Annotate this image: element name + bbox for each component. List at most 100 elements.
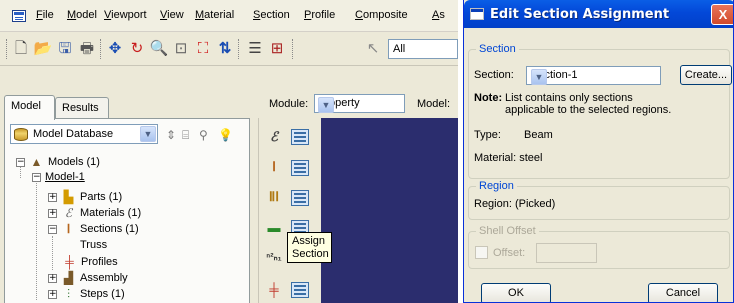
assign-section-icon[interactable]: ⁿ²ₙ₁ bbox=[262, 246, 286, 268]
collapse-icon[interactable]: − bbox=[32, 172, 41, 182]
tree-item-model-1[interactable]: − Model-1 bbox=[32, 169, 85, 185]
collapse-icon[interactable]: − bbox=[48, 224, 57, 234]
menu-material[interactable]: Material bbox=[195, 9, 234, 21]
cycle-views-icon[interactable]: ⇅ bbox=[216, 40, 234, 58]
expand-icon[interactable]: + bbox=[48, 289, 57, 299]
print-icon[interactable]: 🖶 bbox=[78, 40, 96, 58]
model-database-label: Model Database bbox=[33, 128, 114, 140]
create-section-button[interactable]: Create... bbox=[680, 65, 732, 85]
close-button[interactable]: X bbox=[711, 4, 733, 25]
zoom-icon[interactable]: 🔍 bbox=[150, 40, 169, 58]
rotate-icon[interactable]: ↻ bbox=[128, 40, 146, 58]
tree-connector bbox=[36, 180, 37, 300]
offset-label: Offset: bbox=[493, 247, 526, 259]
tree-item-label: Model-1 bbox=[45, 171, 85, 183]
tree-item-models[interactable]: − ▲ Models (1) bbox=[16, 154, 100, 170]
plot-icon[interactable]: ⊞ bbox=[268, 40, 286, 58]
assign-orientation-icon[interactable]: ▬ bbox=[262, 216, 286, 238]
menu-composite[interactable]: Composite bbox=[355, 9, 408, 21]
tree-item-label: Profiles bbox=[81, 256, 118, 268]
expand-icon[interactable]: + bbox=[48, 208, 57, 218]
sections-icon: Ⅰ bbox=[66, 222, 71, 236]
lightbulb-icon[interactable]: 💡 bbox=[218, 128, 233, 142]
create-material-icon[interactable]: ℰ bbox=[262, 126, 286, 148]
dialog-titlebar[interactable]: Edit Section Assignment X bbox=[464, 0, 733, 28]
tree-connector bbox=[52, 236, 53, 270]
tree-item-truss[interactable]: Truss bbox=[80, 237, 107, 253]
toolbar-separator bbox=[6, 39, 8, 59]
chevron-down-icon[interactable]: ▼ bbox=[318, 97, 334, 113]
chevron-down-icon[interactable]: ▼ bbox=[531, 69, 547, 85]
new-file-icon[interactable]: 🗋 bbox=[12, 40, 30, 58]
toolbar: 🗋 📂 🖫 🖶 ✥ ↻ 🔍 ⊡ ⛶ ⇅ ☰ ⊞ ↖ All bbox=[0, 32, 458, 66]
menu-profile[interactable]: Profile bbox=[304, 9, 335, 21]
menu-bar: File Model Viewport View Material Sectio… bbox=[0, 0, 458, 32]
tree-item-assembly[interactable]: + ▟ Assembly bbox=[48, 270, 128, 286]
abaqus-cae-window: File Model Viewport View Material Sectio… bbox=[0, 0, 458, 303]
type-value: Beam bbox=[524, 129, 553, 141]
sort-arrows-icon[interactable]: ⇕ bbox=[166, 128, 176, 142]
ok-button[interactable]: OK bbox=[481, 283, 551, 302]
dialog-title: Edit Section Assignment bbox=[490, 7, 670, 22]
section-manager-icon[interactable] bbox=[291, 160, 309, 176]
tree-tabs: Model Results bbox=[0, 95, 250, 120]
create-profile-icon[interactable]: ⅡⅠ bbox=[262, 186, 286, 208]
skin-manager-icon[interactable] bbox=[291, 282, 309, 298]
menu-file[interactable]: File bbox=[36, 9, 54, 21]
offset-checkbox[interactable] bbox=[475, 246, 488, 259]
section-group-title: Section bbox=[476, 43, 519, 55]
parts-icon: ▙ bbox=[63, 190, 74, 204]
section-select[interactable]: Section-1 ▼ bbox=[526, 66, 661, 85]
models-icon: ▲ bbox=[30, 155, 43, 169]
menu-model[interactable]: Model bbox=[67, 9, 97, 21]
tree-item-sections[interactable]: − Ⅰ Sections (1) bbox=[48, 221, 139, 237]
special-tools-icon[interactable]: ╪ bbox=[262, 278, 286, 300]
menu-viewport[interactable]: Viewport bbox=[104, 9, 147, 21]
tree-item-steps[interactable]: + ⫶ Steps (1) bbox=[48, 286, 125, 302]
chevron-down-icon[interactable]: ▼ bbox=[140, 126, 156, 142]
note-text-line1: List contains only sections bbox=[505, 92, 633, 104]
menu-assembly[interactable]: As bbox=[432, 9, 445, 21]
pan-icon[interactable]: ✥ bbox=[106, 40, 124, 58]
material-text: Material: steel bbox=[474, 152, 543, 164]
window-icon bbox=[470, 8, 484, 20]
cancel-button[interactable]: Cancel bbox=[648, 283, 718, 302]
expand-icon[interactable]: + bbox=[48, 192, 57, 202]
model-database-combo[interactable]: Model Database ▼ bbox=[10, 124, 158, 144]
tree-item-label: Models (1) bbox=[48, 156, 100, 168]
menu-section[interactable]: Section bbox=[253, 9, 290, 21]
viewport-canvas[interactable] bbox=[321, 118, 458, 303]
tab-results[interactable]: Results bbox=[55, 97, 109, 119]
toolbar-separator bbox=[292, 39, 294, 59]
offset-field[interactable] bbox=[536, 243, 597, 263]
region-group-title: Region bbox=[476, 180, 517, 192]
toolbar-separator bbox=[100, 39, 102, 59]
save-icon[interactable]: 🖫 bbox=[56, 40, 74, 58]
collapse-icon[interactable]: − bbox=[16, 157, 25, 167]
module-combo[interactable]: Property ▼ bbox=[314, 94, 405, 113]
menu-view[interactable]: View bbox=[160, 9, 184, 21]
auto-fit-icon[interactable]: ⛶ bbox=[194, 40, 212, 58]
material-manager-icon[interactable] bbox=[291, 129, 309, 145]
tree-options-icon[interactable]: ⚲ bbox=[199, 128, 208, 142]
create-section-icon[interactable]: Ⅰ bbox=[262, 156, 286, 178]
tree-item-parts[interactable]: + ▙ Parts (1) bbox=[48, 189, 122, 205]
note-label: Note: bbox=[474, 92, 503, 104]
profile-manager-icon[interactable] bbox=[291, 190, 309, 206]
window-menu-icon[interactable] bbox=[12, 10, 26, 22]
box-zoom-icon[interactable]: ⊡ bbox=[172, 40, 190, 58]
profiles-icon: ╪ bbox=[65, 255, 74, 269]
tree-item-materials[interactable]: + ℰ Materials (1) bbox=[48, 205, 141, 221]
selection-filter-combo[interactable]: All bbox=[388, 39, 458, 59]
note-text-line2: applicable to the selected regions. bbox=[505, 104, 672, 116]
query-icon[interactable]: ☰ bbox=[246, 40, 264, 58]
open-folder-icon[interactable]: 📂 bbox=[34, 40, 53, 58]
select-icon[interactable]: ↖ bbox=[364, 40, 382, 58]
tree-item-label: Steps (1) bbox=[80, 288, 125, 300]
assign-section-tooltip: Assign Section bbox=[287, 232, 332, 263]
tab-model[interactable]: Model bbox=[4, 95, 55, 120]
tree-item-profiles[interactable]: ╪ Profiles bbox=[62, 254, 118, 270]
expand-icon[interactable]: + bbox=[48, 273, 57, 283]
tree-filter-icon[interactable]: ⌸ bbox=[182, 128, 189, 143]
module-bar: Module: Property ▼ Model: bbox=[255, 90, 458, 116]
